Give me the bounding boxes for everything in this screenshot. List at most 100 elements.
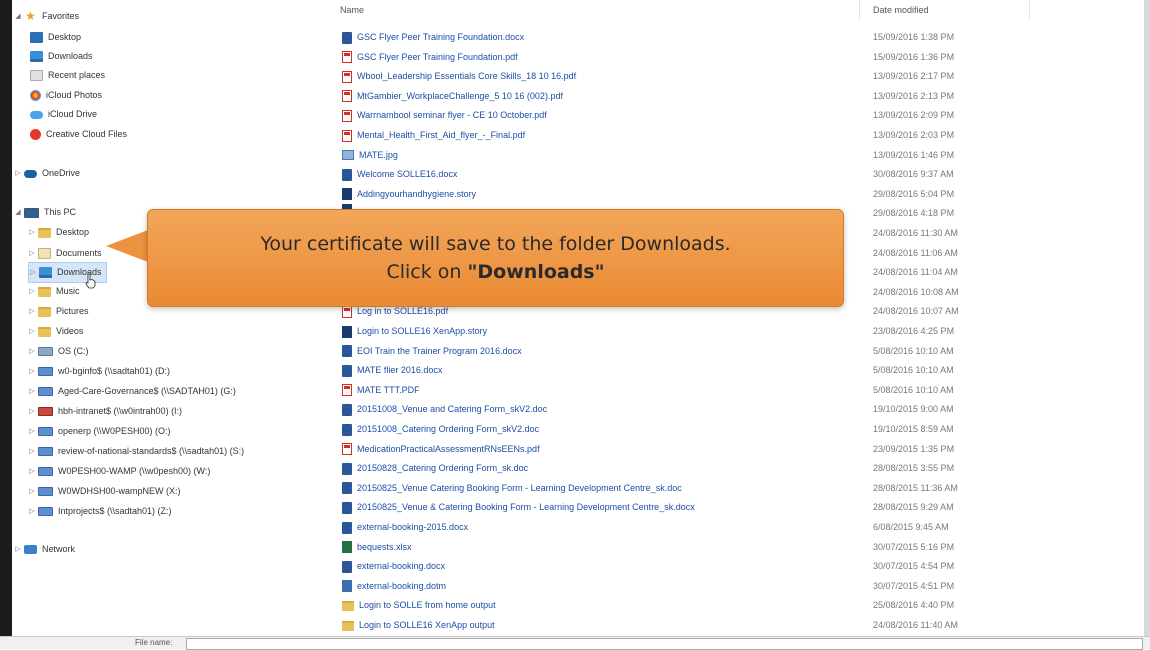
file-name-cell[interactable]: Addingyourhandhygiene.story bbox=[342, 185, 476, 204]
file-row[interactable]: 20151008_Catering Ordering Form_skV2.doc… bbox=[334, 420, 1144, 439]
nav-pc-desktop[interactable]: ▷ Desktop bbox=[28, 223, 89, 242]
expand-arrow-icon[interactable]: ▷ bbox=[28, 302, 36, 321]
expand-arrow-icon[interactable]: ▷ bbox=[28, 402, 36, 421]
expand-arrow-icon[interactable]: ▷ bbox=[28, 482, 36, 501]
expand-arrow-icon[interactable]: ▷ bbox=[28, 462, 36, 481]
expand-arrow-icon[interactable]: ▷ bbox=[28, 362, 36, 381]
file-name-cell[interactable]: 20151008_Venue and Catering Form_skV2.do… bbox=[342, 400, 547, 419]
nav-pc-music[interactable]: ▷ Music bbox=[28, 282, 80, 301]
file-name-cell[interactable]: external-booking-2015.docx bbox=[342, 518, 468, 537]
expand-arrow-icon[interactable]: ▷ bbox=[14, 164, 22, 183]
file-row[interactable]: 20150825_Venue Catering Booking Form - L… bbox=[334, 479, 1144, 498]
file-name-cell[interactable]: MATE.jpg bbox=[342, 146, 398, 165]
file-name-cell[interactable]: MedicationPracticalAssessmentRNsEENs.pdf bbox=[342, 440, 540, 459]
expand-arrow-icon[interactable]: ◢ bbox=[14, 7, 22, 26]
file-row[interactable]: GSC Flyer Peer Training Foundation.pdf 15… bbox=[334, 48, 1144, 67]
expand-arrow-icon[interactable]: ▷ bbox=[29, 263, 37, 282]
column-separator[interactable] bbox=[1029, 0, 1030, 20]
file-row[interactable]: Login to SOLLE16 XenApp output 24/08/2016… bbox=[334, 616, 1144, 635]
expand-arrow-icon[interactable]: ◢ bbox=[14, 203, 22, 222]
file-row[interactable]: Wbool_Leadership Essentials Core Skills_… bbox=[334, 67, 1144, 86]
file-name-cell[interactable]: Welcome SOLLE16.docx bbox=[342, 165, 457, 184]
expand-arrow-icon[interactable]: ▷ bbox=[28, 502, 36, 521]
filename-input[interactable] bbox=[186, 638, 1143, 650]
file-row[interactable]: 20150825_Venue & Catering Booking Form -… bbox=[334, 498, 1144, 517]
file-row[interactable]: Login to SOLLE from home output 25/08/201… bbox=[334, 596, 1144, 615]
file-name-cell[interactable]: MATE TTT.PDF bbox=[342, 381, 420, 400]
file-name-cell[interactable]: GSC Flyer Peer Training Foundation.pdf bbox=[342, 48, 518, 67]
file-row[interactable]: MATE flier 2016.docx 5/08/2016 10:10 AM bbox=[334, 361, 1144, 380]
column-separator[interactable] bbox=[859, 0, 860, 20]
file-name-cell[interactable]: EOI Train the Trainer Program 2016.docx bbox=[342, 342, 522, 361]
file-name-cell[interactable]: external-booking.dotm bbox=[342, 577, 446, 596]
file-row[interactable]: 20151008_Venue and Catering Form_skV2.do… bbox=[334, 400, 1144, 419]
expand-arrow-icon[interactable]: ▷ bbox=[14, 540, 22, 559]
file-name-cell[interactable]: Wbool_Leadership Essentials Core Skills_… bbox=[342, 67, 576, 86]
file-row[interactable]: Mental_Health_First_Aid_flyer_-_Final.pd… bbox=[334, 126, 1144, 145]
file-row[interactable]: bequests.xlsx 30/07/2015 5:16 PM bbox=[334, 538, 1144, 557]
file-row[interactable]: external-booking.dotm 30/07/2015 4:51 PM bbox=[334, 577, 1144, 596]
column-header-date[interactable]: Date modified bbox=[873, 0, 929, 20]
nav-onedrive[interactable]: ▷ OneDrive bbox=[14, 164, 80, 183]
nav-fav-icloud-drive[interactable]: iCloud Drive bbox=[28, 105, 97, 124]
file-name-cell[interactable]: Login to SOLLE16 XenApp output bbox=[342, 616, 495, 635]
file-row[interactable]: MedicationPracticalAssessmentRNsEENs.pdf… bbox=[334, 440, 1144, 459]
expand-arrow-icon[interactable]: ▷ bbox=[28, 342, 36, 361]
nav-network[interactable]: ▷ Network bbox=[14, 540, 75, 559]
file-row[interactable]: Login to SOLLE16 XenApp.story 23/08/2016 … bbox=[334, 322, 1144, 341]
nav-pc-drive-s[interactable]: ▷ review-of-national-standards$ (\\sadta… bbox=[28, 442, 244, 461]
file-row[interactable]: external-booking.docx 30/07/2015 4:54 PM bbox=[334, 557, 1144, 576]
nav-pc-drive-o[interactable]: ▷ openerp (\\W0PESH00) (O:) bbox=[28, 422, 171, 441]
nav-label: hbh-intranet$ (\\w0intrah00) (I:) bbox=[58, 406, 183, 416]
expand-arrow-icon[interactable]: ▷ bbox=[28, 422, 36, 441]
nav-fav-creative-cloud[interactable]: Creative Cloud Files bbox=[28, 125, 127, 144]
scrollbar[interactable] bbox=[1144, 0, 1150, 648]
nav-pc-drive-g[interactable]: ▷ Aged-Care-Governance$ (\\SADTAH01) (G:… bbox=[28, 382, 236, 401]
expand-arrow-icon[interactable]: ▷ bbox=[28, 223, 36, 242]
nav-pc-drive-z[interactable]: ▷ Intprojects$ (\\sadtah01) (Z:) bbox=[28, 502, 172, 521]
nav-pc-drive-x[interactable]: ▷ W0WDHSH00-wampNEW (X:) bbox=[28, 482, 181, 501]
nav-fav-downloads[interactable]: Downloads bbox=[28, 47, 93, 66]
file-row[interactable]: 20150828_Catering Ordering Form_sk.doc 28… bbox=[334, 459, 1144, 478]
file-name-cell[interactable]: Warrnambool seminar flyer - CE 10 Octobe… bbox=[342, 106, 547, 125]
nav-this-pc[interactable]: ◢ This PC bbox=[14, 203, 76, 222]
file-name-cell[interactable]: Login to SOLLE from home output bbox=[342, 596, 496, 615]
file-row[interactable]: EOI Train the Trainer Program 2016.docx 5… bbox=[334, 342, 1144, 361]
file-name-cell[interactable]: 20150828_Catering Ordering Form_sk.doc bbox=[342, 459, 528, 478]
column-header-name[interactable]: Name bbox=[340, 0, 364, 20]
file-row[interactable]: MATE TTT.PDF 5/08/2016 10:10 AM bbox=[334, 381, 1144, 400]
nav-pc-documents[interactable]: ▷ Documents bbox=[28, 244, 102, 263]
file-row[interactable]: MtGambier_WorkplaceChallenge_5 10 16 (00… bbox=[334, 87, 1144, 106]
file-row[interactable]: Warrnambool seminar flyer - CE 10 Octobe… bbox=[334, 106, 1144, 125]
expand-arrow-icon[interactable]: ▷ bbox=[28, 382, 36, 401]
file-name-cell[interactable]: 20151008_Catering Ordering Form_skV2.doc bbox=[342, 420, 539, 439]
file-name-cell[interactable]: GSC Flyer Peer Training Foundation.docx bbox=[342, 28, 524, 47]
file-row[interactable]: Addingyourhandhygiene.story 29/08/2016 5:… bbox=[334, 185, 1144, 204]
nav-pc-drive-w[interactable]: ▷ W0PESH00-WAMP (\\w0pesh00) (W:) bbox=[28, 462, 210, 481]
file-name-cell[interactable]: bequests.xlsx bbox=[342, 538, 412, 557]
file-name-cell[interactable]: 20150825_Venue & Catering Booking Form -… bbox=[342, 498, 695, 517]
file-row[interactable]: external-booking-2015.docx 6/08/2015 9:45… bbox=[334, 518, 1144, 537]
nav-fav-desktop[interactable]: Desktop bbox=[28, 28, 81, 47]
expand-arrow-icon[interactable]: ▷ bbox=[28, 244, 36, 263]
nav-pc-pictures[interactable]: ▷ Pictures bbox=[28, 302, 89, 321]
nav-fav-recent-places[interactable]: Recent places bbox=[28, 66, 105, 85]
expand-arrow-icon[interactable]: ▷ bbox=[28, 282, 36, 301]
file-name-cell[interactable]: external-booking.docx bbox=[342, 557, 445, 576]
file-row[interactable]: MATE.jpg 13/09/2016 1:46 PM bbox=[334, 146, 1144, 165]
nav-pc-os-c[interactable]: ▷ OS (C:) bbox=[28, 342, 89, 361]
file-name-cell[interactable]: 20150825_Venue Catering Booking Form - L… bbox=[342, 479, 682, 498]
file-name-cell[interactable]: MATE flier 2016.docx bbox=[342, 361, 442, 380]
file-row[interactable]: Welcome SOLLE16.docx 30/08/2016 9:37 AM bbox=[334, 165, 1144, 184]
nav-pc-drive-d[interactable]: ▷ w0-bginfo$ (\\sadtah01) (D:) bbox=[28, 362, 170, 381]
nav-favorites[interactable]: ◢ ★ Favorites bbox=[14, 7, 79, 26]
file-row[interactable]: GSC Flyer Peer Training Foundation.docx 1… bbox=[334, 28, 1144, 47]
expand-arrow-icon[interactable]: ▷ bbox=[28, 442, 36, 461]
nav-pc-drive-i[interactable]: ▷ hbh-intranet$ (\\w0intrah00) (I:) bbox=[28, 402, 182, 421]
expand-arrow-icon[interactable]: ▷ bbox=[28, 322, 36, 341]
nav-pc-videos[interactable]: ▷ Videos bbox=[28, 322, 83, 341]
file-name-cell[interactable]: Login to SOLLE16 XenApp.story bbox=[342, 322, 487, 341]
nav-fav-icloud-photos[interactable]: iCloud Photos bbox=[28, 86, 102, 105]
file-name-cell[interactable]: Mental_Health_First_Aid_flyer_-_Final.pd… bbox=[342, 126, 525, 145]
file-name-cell[interactable]: MtGambier_WorkplaceChallenge_5 10 16 (00… bbox=[342, 87, 563, 106]
